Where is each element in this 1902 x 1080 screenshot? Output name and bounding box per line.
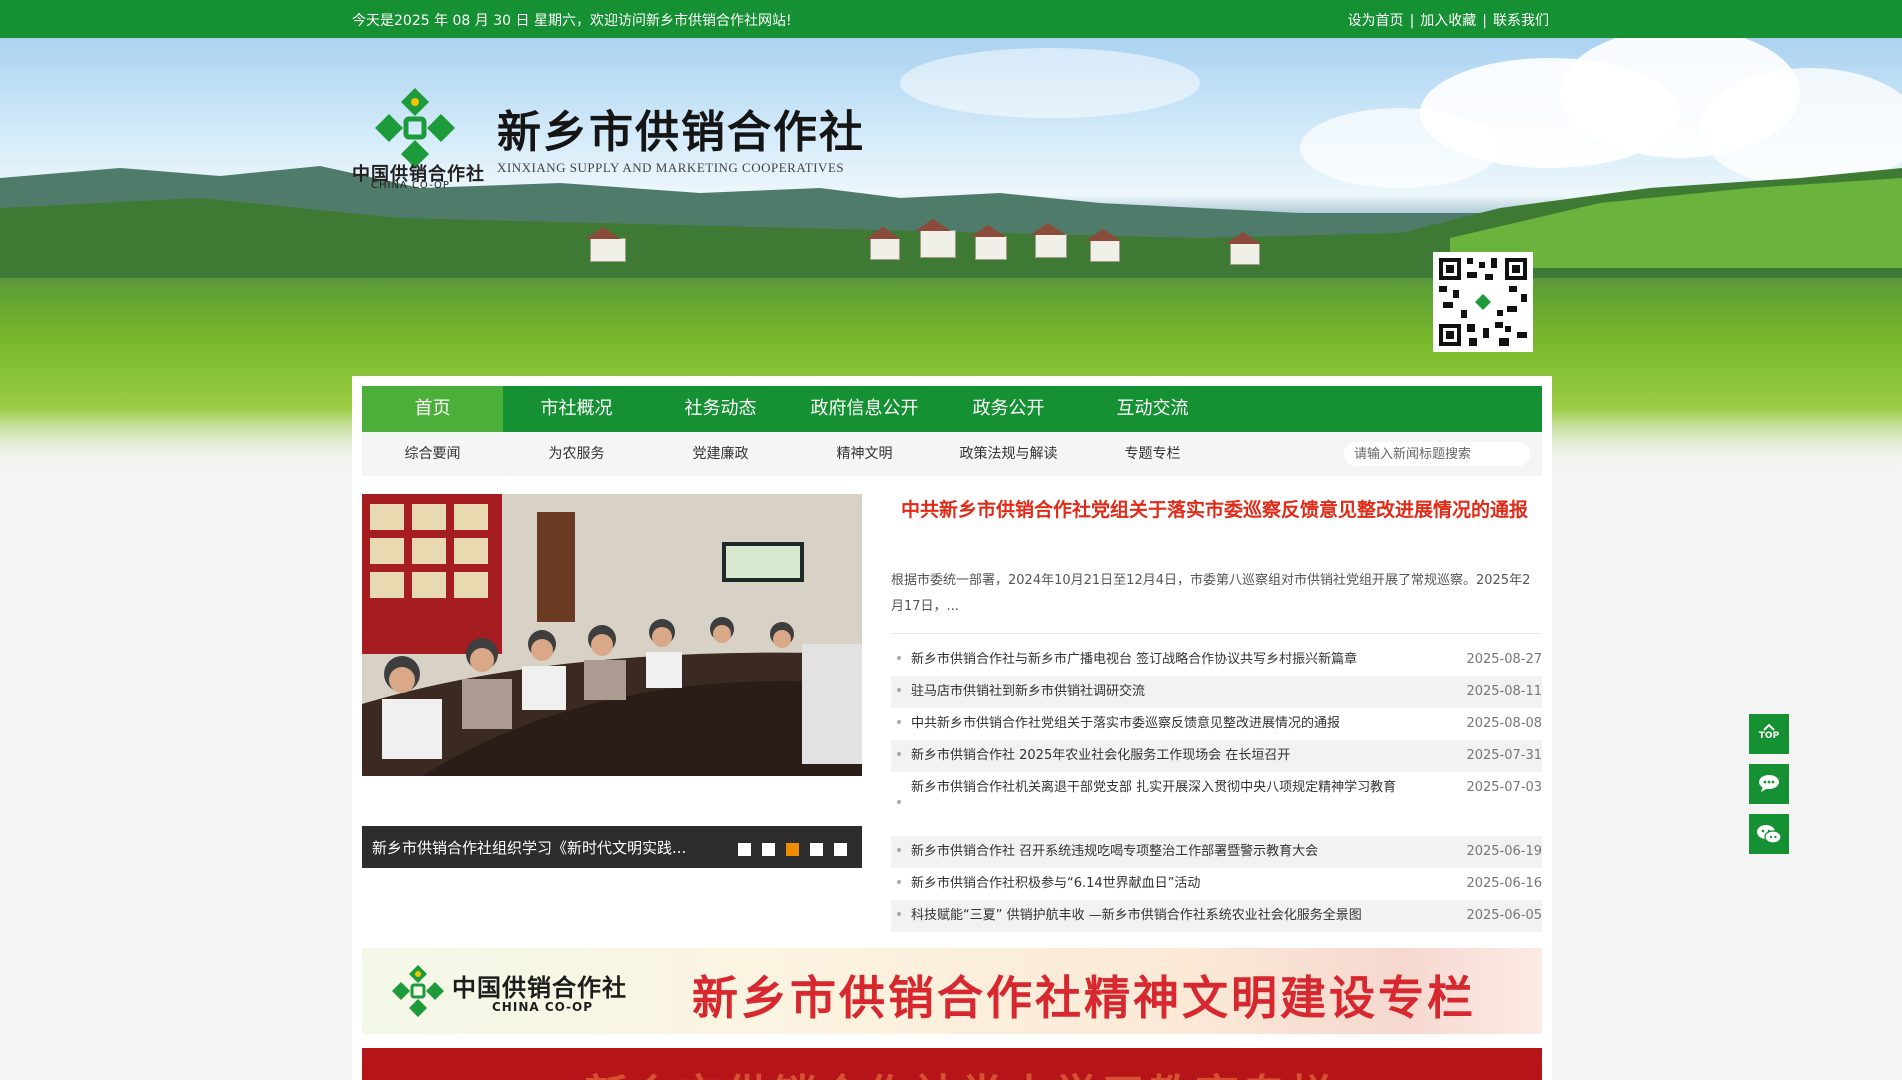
headline-summary: 根据市委统一部署，2024年10月21日至12月4日，市委第八巡察组对市供销社党… (891, 573, 1531, 614)
nav-item-overview[interactable]: 市社概况 (506, 386, 647, 432)
news-row[interactable]: 新乡市供销合作社 2025年农业社会化服务工作现场会 在长垣召开 2025-07-… (891, 740, 1542, 772)
nav-item-gov-info[interactable]: 政府信息公开 (794, 386, 935, 432)
news-row[interactable]: 新乡市供销合作社机关离退干部党支部 扎实开展深入贯彻中央八项规定精神学习教育 20… (891, 772, 1542, 836)
news-title[interactable]: 新乡市供销合作社 2025年农业社会化服务工作现场会 在长垣召开 (911, 740, 1421, 772)
headline-title[interactable]: 中共新乡市供销合作社党组关于落实市委巡察反馈意见整改进展情况的通报 (887, 494, 1542, 526)
subnav-item-general-news[interactable]: 综合要闻 (362, 432, 503, 476)
village-house (865, 227, 901, 260)
civilization-column-banner[interactable]: 中国供销合作社 CHINA CO-OP 新乡市供销合作社精神文明建设专栏 (362, 948, 1542, 1034)
news-title[interactable]: 新乡市供销合作社与新乡市广播电视台 签订战略合作协议共写乡村振兴新篇章 (911, 644, 1421, 676)
subnav-item-farm-service[interactable]: 为农服务 (506, 432, 647, 476)
nav-item-home[interactable]: 首页 (362, 386, 503, 432)
sub-nav: 综合要闻 为农服务 党建廉政 精神文明 政策法规与解读 专题专栏 (362, 432, 1542, 476)
banner-title: 新乡市供销合作社党史学习教育专栏 (584, 1060, 1336, 1080)
slider-dot[interactable] (810, 843, 823, 856)
news-row[interactable]: 新乡市供销合作社 召开系统违规吃喝专项整治工作部署暨警示教育大会 2025-06-… (891, 836, 1542, 868)
nav-item-news[interactable]: 社务动态 (650, 386, 791, 432)
bullet-icon (897, 752, 901, 756)
news-title[interactable]: 新乡市供销合作社 召开系统违规吃喝专项整治工作部署暨警示教育大会 (911, 836, 1421, 868)
link-separator: | (1482, 13, 1487, 29)
bullet-icon (897, 800, 901, 804)
slider-dot-active[interactable] (786, 843, 799, 856)
news-search-input[interactable] (1344, 442, 1530, 466)
party-history-column-banner[interactable]: 新乡市供销合作社党史学习教育专栏 (362, 1048, 1542, 1080)
add-favorite-link[interactable]: 加入收藏 (1420, 13, 1476, 29)
site-subtitle: XINXIANG SUPPLY AND MARKETING COOPERATIV… (497, 160, 845, 175)
news-date: 2025-06-16 (1466, 876, 1542, 891)
slider-dot[interactable] (738, 843, 751, 856)
chat-button[interactable] (1749, 764, 1789, 804)
village-house (1085, 229, 1121, 262)
top-links: 设为首页 | 加入收藏 | 联系我们 (1348, 10, 1549, 30)
bullet-icon (897, 720, 901, 724)
village-house (915, 219, 956, 258)
news-title[interactable]: 新乡市供销合作社积极参与“6.14世界献血日”活动 (911, 868, 1421, 900)
top-label: TOP (1758, 731, 1780, 741)
news-row[interactable]: 新乡市供销合作社积极参与“6.14世界献血日”活动 2025-06-16 (891, 868, 1542, 900)
news-title[interactable]: 中共新乡市供销合作社党组关于落实市委巡察反馈意见整改进展情况的通报 (911, 708, 1421, 740)
site-title: 新乡市供销合作社 (497, 107, 865, 158)
slider-caption: 新乡市供销合作社组织学习《新时代文明实践... (362, 826, 862, 868)
nav-item-affairs[interactable]: 政务公开 (938, 386, 1079, 432)
news-date: 2025-08-11 (1466, 684, 1542, 699)
banner-title: 新乡市供销合作社精神文明建设专栏 (692, 971, 1476, 1025)
village-house (1030, 223, 1067, 258)
slider-dot[interactable] (834, 843, 847, 856)
news-row[interactable]: 新乡市供销合作社与新乡市广播电视台 签订战略合作协议共写乡村振兴新篇章 2025-… (891, 644, 1542, 676)
village-house (970, 225, 1007, 260)
news-date: 2025-06-19 (1466, 844, 1542, 859)
nav-item-interaction[interactable]: 互动交流 (1082, 386, 1223, 432)
main-container: 首页 市社概况 社务动态 政府信息公开 政务公开 互动交流 综合要闻 为农服务 … (352, 376, 1552, 1080)
bullet-icon (897, 912, 901, 916)
news-row[interactable]: 科技赋能“三夏” 供销护航丰收 —新乡市供销合作社系统农业社会化服务全景图 202… (891, 900, 1542, 932)
divider (891, 633, 1542, 634)
slider-dots (738, 841, 858, 860)
banner-logo-cn: 中国供销合作社 (452, 974, 627, 1002)
bullet-icon (897, 688, 901, 692)
subnav-item-policy[interactable]: 政策法规与解读 (938, 432, 1079, 476)
village-house (1225, 232, 1261, 265)
news-date: 2025-07-03 (1466, 780, 1542, 795)
slider-caption-text[interactable]: 新乡市供销合作社组织学习《新时代文明实践... (372, 837, 712, 858)
chat-bubble-icon (1759, 775, 1779, 792)
slider-dot[interactable] (762, 843, 775, 856)
bullet-icon (897, 848, 901, 852)
news-title[interactable]: 驻马店市供销社到新乡市供销社调研交流 (911, 676, 1421, 708)
subnav-item-special[interactable]: 专题专栏 (1082, 432, 1223, 476)
set-homepage-link[interactable]: 设为首页 (1348, 13, 1404, 29)
qr-code-icon (1433, 252, 1533, 352)
subnav-item-civilization[interactable]: 精神文明 (794, 432, 935, 476)
news-date: 2025-08-08 (1466, 716, 1542, 731)
news-row[interactable]: 驻马店市供销社到新乡市供销社调研交流 2025-08-11 (891, 676, 1542, 708)
welcome-text: 今天是2025 年 08 月 30 日 星期六，欢迎访问新乡市供销合作社网站! (352, 13, 792, 29)
bullet-icon (897, 880, 901, 884)
top-bar: 今天是2025 年 08 月 30 日 星期六，欢迎访问新乡市供销合作社网站! … (0, 0, 1902, 38)
logo-en-text: CHINA CO-OP (371, 180, 450, 191)
wechat-button[interactable] (1749, 814, 1789, 854)
village-house (585, 227, 626, 262)
news-list: 新乡市供销合作社与新乡市广播电视台 签订战略合作协议共写乡村振兴新篇章 2025-… (891, 644, 1542, 932)
news-title[interactable]: 科技赋能“三夏” 供销护航丰收 —新乡市供销合作社系统农业社会化服务全景图 (911, 900, 1421, 932)
link-separator: | (1409, 13, 1415, 29)
bullet-icon (897, 656, 901, 660)
subnav-item-party-building[interactable]: 党建廉政 (650, 432, 791, 476)
banner-logo-en: CHINA CO-OP (492, 1000, 594, 1014)
news-date: 2025-06-05 (1466, 908, 1542, 923)
news-date: 2025-07-31 (1466, 748, 1542, 763)
back-to-top-button[interactable]: TOP (1749, 714, 1789, 754)
main-nav: 首页 市社概况 社务动态 政府信息公开 政务公开 互动交流 (362, 386, 1542, 432)
news-row[interactable]: 中共新乡市供销合作社党组关于落实市委巡察反馈意见整改进展情况的通报 2025-08… (891, 708, 1542, 740)
china-coop-logo-icon (392, 965, 444, 1017)
news-date: 2025-08-27 (1466, 652, 1542, 667)
news-title[interactable]: 新乡市供销合作社机关离退干部党支部 扎实开展深入贯彻中央八项规定精神学习教育 (911, 772, 1421, 804)
contact-us-link[interactable]: 联系我们 (1493, 13, 1549, 29)
wechat-icon (1757, 825, 1782, 844)
slider-image[interactable] (362, 494, 862, 776)
